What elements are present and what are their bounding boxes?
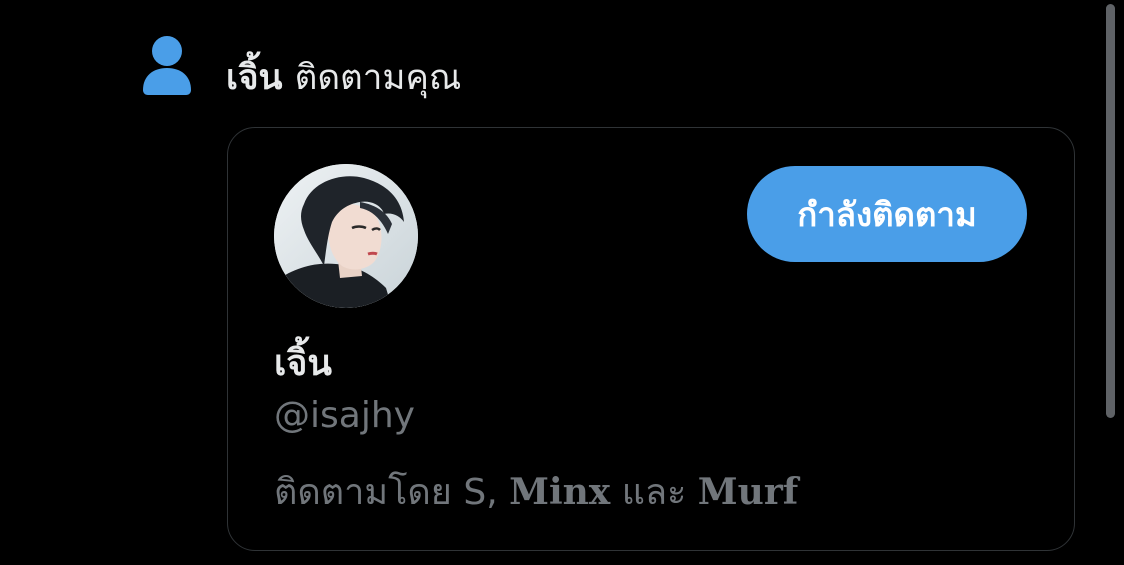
- followed-by-separator: ,: [486, 472, 498, 513]
- followed-by-name-murf: Murf: [697, 471, 799, 513]
- followed-by-text: ติดตามโดย S, Minx และ Murf: [274, 466, 798, 519]
- followed-by-name-s: S: [463, 472, 487, 513]
- followed-by-prefix: ติดตามโดย: [274, 472, 452, 513]
- followed-by-conjunction: และ: [621, 472, 687, 513]
- notification-user-name[interactable]: เจิ้น: [226, 58, 282, 98]
- vertical-scrollbar[interactable]: [1106, 4, 1115, 418]
- avatar[interactable]: [274, 164, 418, 308]
- user-card[interactable]: กำลังติดตาม เจิ้น @isajhy ติดตามโดย S, M…: [227, 127, 1075, 551]
- notification-text: เจิ้น ติดตามคุณ: [226, 52, 461, 104]
- following-button[interactable]: กำลังติดตาม: [747, 166, 1027, 262]
- followed-by-name-minx: Minx: [509, 471, 611, 513]
- user-handle[interactable]: @isajhy: [274, 390, 415, 442]
- notification-action: ติดตามคุณ: [294, 58, 462, 98]
- person-icon: [140, 34, 194, 96]
- notification-page: เจิ้น ติดตามคุณ กำลังติดตาม เจิ้น @isajh…: [0, 0, 1124, 565]
- user-display-name[interactable]: เจิ้น: [274, 338, 332, 390]
